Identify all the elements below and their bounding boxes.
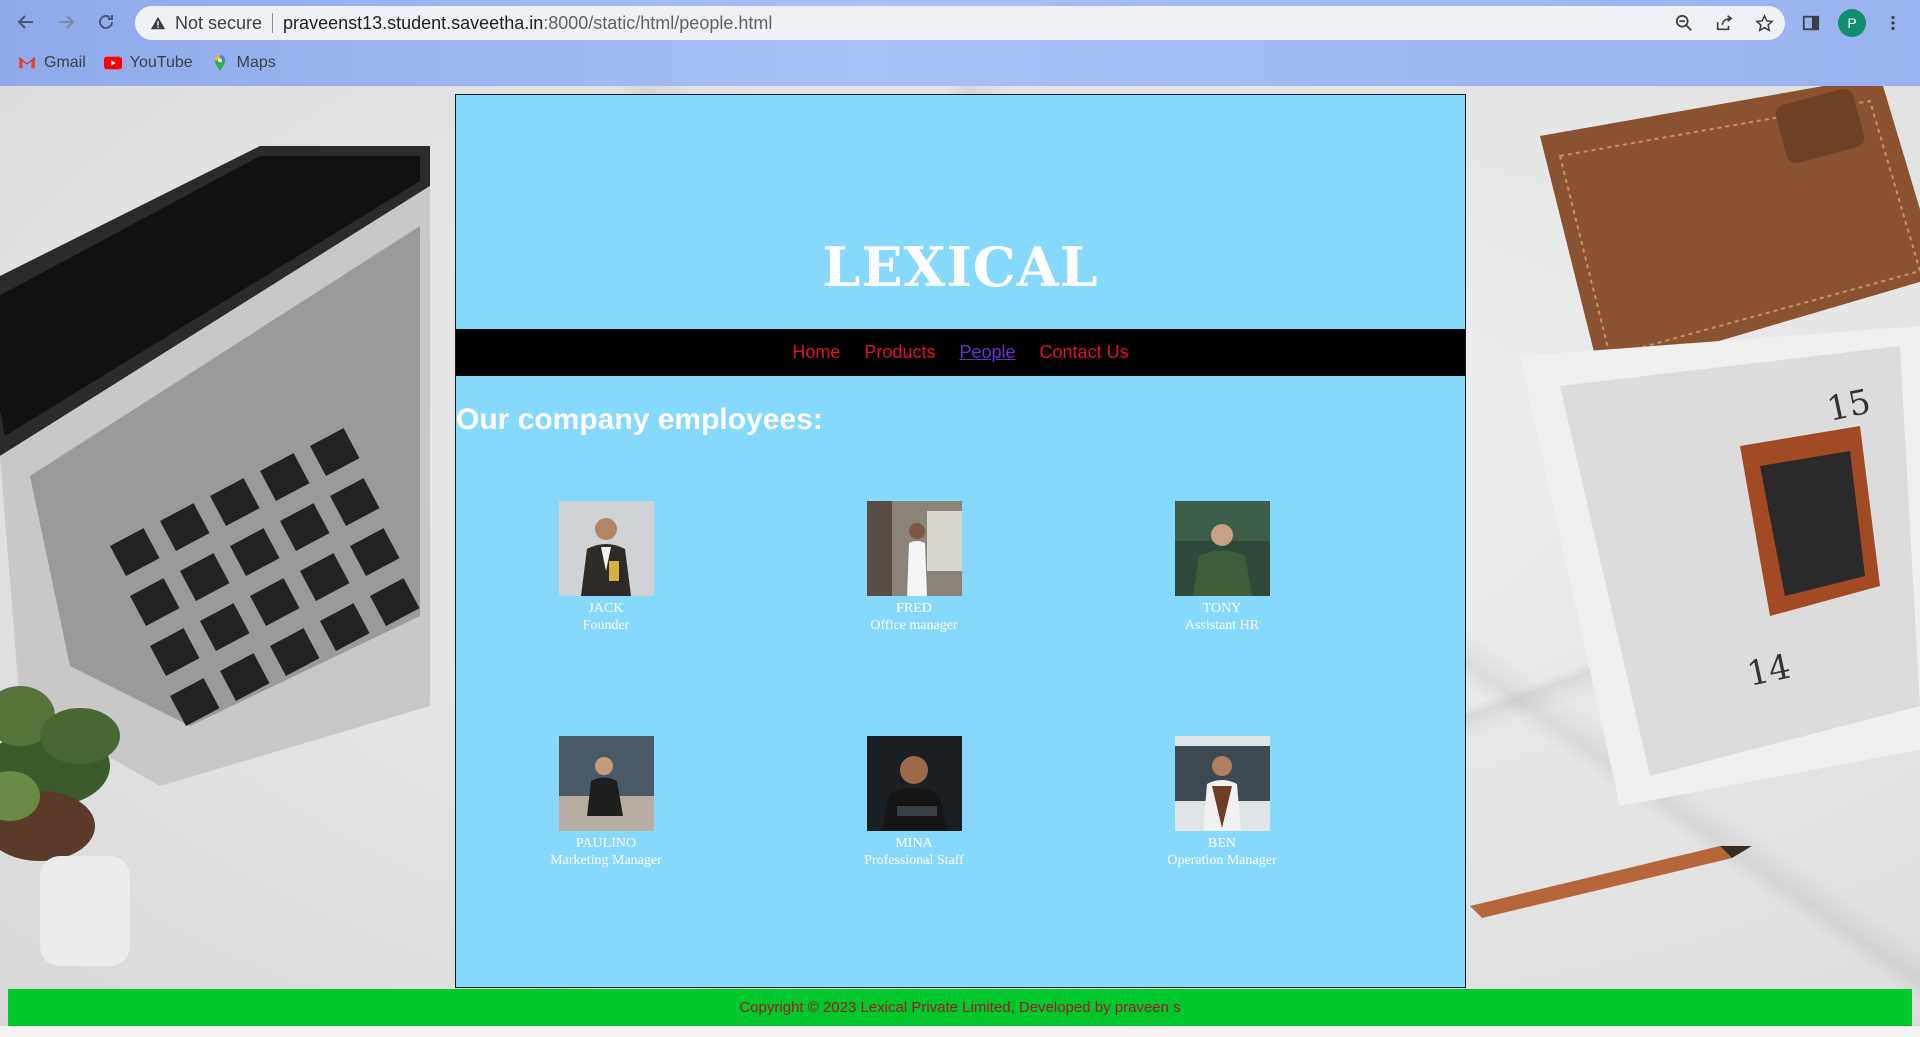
url-path[interactable]: :8000/static/html/people.html [543,13,772,34]
site-header: LEXICAL [456,95,1465,329]
profile-avatar[interactable]: P [1838,9,1866,37]
gmail-icon [18,54,36,72]
employee-role: Founder [582,618,630,633]
address-divider [272,13,274,33]
employee-name: TONY [1202,601,1242,616]
bookmark-star-icon[interactable] [1751,10,1777,36]
employee-name: BEN [1208,836,1236,851]
nav-link-contact-us[interactable]: Contact Us [1040,342,1129,363]
employee-card: JACK Founder [506,501,706,634]
page-bottom-strip [0,1026,1920,1037]
background-pencil-image [1470,846,1752,918]
employee-card: BEN Operation Manager [1122,736,1322,869]
employee-card: PAULINO Marketing Manager [506,736,706,869]
employee-role: Professional Staff [864,853,964,868]
employee-card: FRED Office manager [814,501,1014,634]
site-footer: Copyright © 2023 Lexical Private Limited… [8,989,1912,1026]
employee-photo [1174,736,1270,831]
site-logo-text[interactable]: LEXICAL [456,235,1465,299]
footer-copyright: Copyright © 2023 Lexical Private Limited… [739,999,1181,1016]
employee-role: Office manager [870,618,958,633]
youtube-icon [103,54,122,72]
employee-card: MINA Professional Staff [814,736,1014,869]
bookmark-maps[interactable]: Maps [211,54,276,72]
reload-icon[interactable] [92,8,120,36]
bookmark-gmail[interactable]: Gmail [18,54,86,72]
employee-name: PAULINO [575,836,637,851]
url-host[interactable]: praveenst13.student.saveetha.in [283,13,543,34]
background-plant-image [0,686,130,966]
employee-name: FRED [896,601,932,616]
section-title: Our company employees: [456,403,823,436]
nav-link-home[interactable]: Home [792,342,840,363]
share-icon[interactable] [1711,10,1737,36]
employee-role: Marketing Manager [550,853,662,868]
back-icon[interactable] [12,8,40,36]
bookmark-label: Gmail [44,54,86,71]
nav-link-people[interactable]: People [959,342,1015,363]
side-panel-icon[interactable] [1798,10,1824,36]
nav-link-products[interactable]: Products [864,342,935,363]
employee-role: Operation Manager [1167,853,1277,868]
employee-card: TONY Assistant HR [1122,501,1322,634]
menu-kebab-icon[interactable] [1880,10,1906,36]
warning-icon[interactable] [149,14,167,32]
main-navigation: Home Products People Contact Us [456,329,1465,376]
page-viewport: 15 14 LEXICAL Home Products People Conta… [0,86,1920,1037]
bookmark-label: Maps [236,54,276,71]
forward-icon[interactable] [52,8,80,36]
security-label[interactable]: Not secure [175,13,262,34]
employee-name: JACK [588,601,624,616]
bookmark-label: YouTube [129,54,193,71]
background-newspaper-image: 15 14 [1520,326,1920,806]
employee-name: MINA [895,836,933,851]
maps-icon [211,54,229,72]
employee-role: Assistant HR [1184,618,1260,633]
bookmark-youtube[interactable]: YouTube [103,54,193,72]
employee-photo [558,501,654,596]
employee-photo [558,736,654,831]
employee-photo [866,736,962,831]
site-container: LEXICAL Home Products People Contact Us … [455,94,1466,988]
address-bar[interactable]: Not secure praveenst13.student.saveetha.… [135,6,1785,40]
browser-toolbar: Not secure praveenst13.student.saveetha.… [0,0,1920,44]
employee-photo [1174,501,1270,596]
employee-photo [866,501,962,596]
bookmarks-bar: Gmail YouTube Maps [0,50,276,76]
zoom-icon[interactable] [1671,10,1697,36]
browser-chrome: Not secure praveenst13.student.saveetha.… [0,0,1920,86]
